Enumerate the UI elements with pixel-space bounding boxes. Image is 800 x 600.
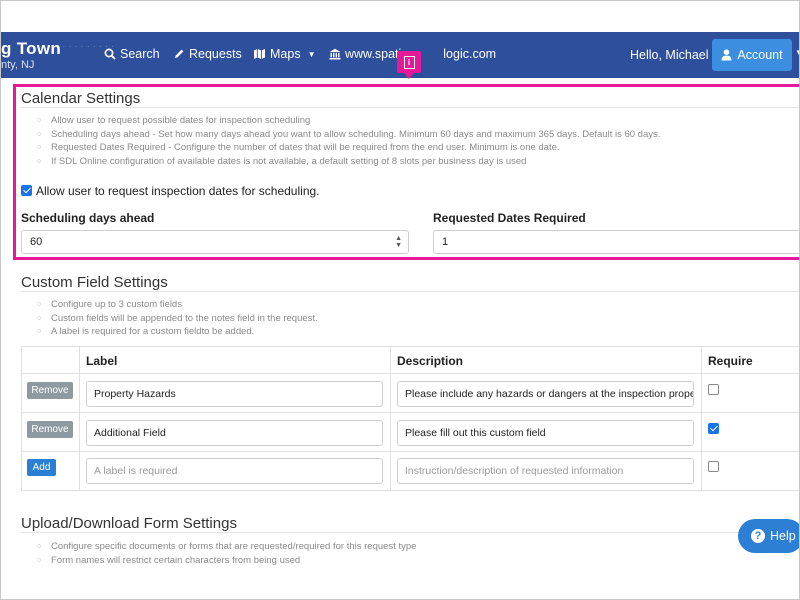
list-item: Configure up to 3 custom fields xyxy=(37,298,318,312)
list-item: A label is required for a custom fieldto… xyxy=(37,325,318,339)
search-icon xyxy=(104,48,116,60)
brand-title[interactable]: g Town xyxy=(1,39,61,59)
app-window: · · · · · · · · · · g Town nty, NJ Searc… xyxy=(0,0,800,600)
chevron-down-icon: ▼ xyxy=(307,49,316,59)
divider xyxy=(21,532,799,533)
user-icon xyxy=(721,49,732,61)
info-tag[interactable]: i xyxy=(397,51,421,73)
greeting: Hello, Michael xyxy=(630,48,709,62)
days-ahead-label: Scheduling days ahead xyxy=(21,211,155,225)
days-ahead-input[interactable]: 60 ▲ ▼ xyxy=(21,230,409,254)
column-header-description: Description xyxy=(397,354,464,368)
divider xyxy=(21,107,799,108)
remove-button[interactable]: Remove xyxy=(27,421,73,438)
custom-label-input[interactable]: Property Hazards xyxy=(86,381,383,407)
column-header-label: Label xyxy=(86,354,118,368)
question-icon: ? xyxy=(751,529,765,543)
pointer-arrow xyxy=(404,73,414,79)
help-label: Help xyxy=(770,529,796,543)
calendar-settings-title: Calendar Settings xyxy=(21,90,141,107)
table-border xyxy=(21,412,799,413)
table-border xyxy=(21,373,799,374)
add-button[interactable]: Add xyxy=(27,459,56,476)
info-icon: i xyxy=(403,55,415,69)
require-checkbox[interactable] xyxy=(708,423,719,434)
table-border xyxy=(21,346,22,491)
custom-label-input[interactable]: Additional Field xyxy=(86,420,383,446)
table-border xyxy=(390,346,391,491)
upload-bullets: Configure specific documents or forms th… xyxy=(37,540,416,567)
table-border xyxy=(79,346,80,491)
nav-search[interactable]: Search xyxy=(104,47,160,61)
nav-search-label: Search xyxy=(120,47,160,61)
nav-website-label: www.spati xyxy=(345,47,402,61)
new-label-input[interactable]: A label is required xyxy=(86,458,383,484)
dates-required-value: 1 xyxy=(442,236,449,248)
list-item: Custom fields will be appended to the no… xyxy=(37,312,318,326)
list-item: Requested Dates Required - Configure the… xyxy=(37,141,660,155)
list-item: Scheduling days ahead - Set how many day… xyxy=(37,128,660,142)
nav-requests[interactable]: Requests xyxy=(173,47,242,61)
dates-required-input[interactable]: 1 xyxy=(433,230,799,254)
map-icon xyxy=(254,49,265,59)
new-description-input[interactable]: Instruction/description of requested inf… xyxy=(397,458,694,484)
table-border xyxy=(21,346,799,347)
table-border xyxy=(21,490,799,491)
nav-requests-label: Requests xyxy=(189,47,242,61)
brand-subtitle: nty, NJ xyxy=(1,59,35,71)
remove-button[interactable]: Remove xyxy=(27,382,73,399)
dates-required-label: Requested Dates Required xyxy=(433,211,586,225)
calendar-bullets: Allow user to request possible dates for… xyxy=(37,114,660,168)
days-ahead-value: 60 xyxy=(30,236,43,248)
upload-download-settings-title: Upload/Download Form Settings xyxy=(21,515,237,532)
stepper-icon[interactable]: ▲ ▼ xyxy=(395,235,402,249)
table-border xyxy=(21,451,799,452)
account-button[interactable]: Account xyxy=(712,39,792,71)
list-item: Form names will restrict certain charact… xyxy=(37,554,416,568)
account-label: Account xyxy=(737,48,783,62)
bank-icon xyxy=(329,48,341,60)
require-checkbox[interactable] xyxy=(708,461,719,472)
custom-description-input[interactable]: Please include any hazards or dangers at… xyxy=(397,381,694,407)
pencil-icon xyxy=(175,49,184,58)
list-item: If SDL Online configuration of available… xyxy=(37,155,660,169)
nav-maps-label: Maps xyxy=(270,47,301,61)
column-header-require: Require xyxy=(708,354,753,368)
chevron-down-icon[interactable]: ▼ xyxy=(795,48,799,57)
nav-website-label-tail: logic.com xyxy=(443,47,497,61)
custom-description-input[interactable]: Please fill out this custom field xyxy=(397,420,694,446)
list-item: Allow user to request possible dates for… xyxy=(37,114,660,128)
table-border xyxy=(701,346,702,491)
custom-field-settings-title: Custom Field Settings xyxy=(21,274,168,291)
list-item: Configure specific documents or forms th… xyxy=(37,540,416,554)
custom-bullets: Configure up to 3 custom fields Custom f… xyxy=(37,298,318,339)
allow-scheduling-checkbox[interactable] xyxy=(21,185,32,196)
require-checkbox[interactable] xyxy=(708,384,719,395)
nav-maps[interactable]: Maps ▼ xyxy=(253,47,316,61)
allow-scheduling-label: Allow user to request inspection dates f… xyxy=(36,184,320,198)
divider xyxy=(21,291,799,292)
help-button[interactable]: ? Help xyxy=(738,519,799,553)
